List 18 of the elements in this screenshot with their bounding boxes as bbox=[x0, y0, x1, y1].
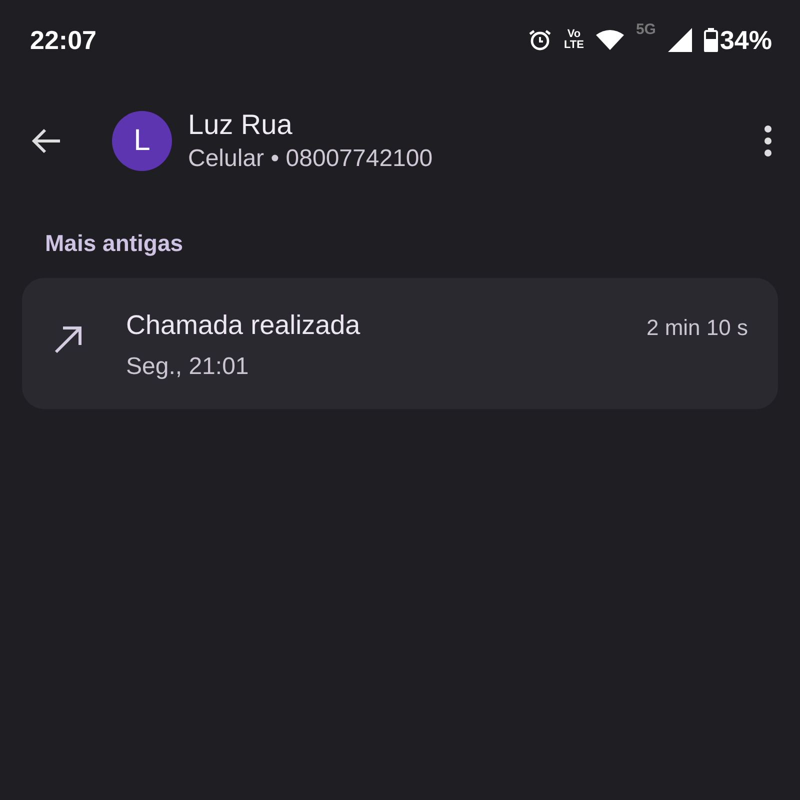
signal-icon bbox=[668, 28, 692, 52]
call-type: Chamada realizada bbox=[126, 310, 362, 341]
call-duration: 2 min 10 s bbox=[646, 315, 748, 341]
volte-icon: Vo LTE bbox=[564, 29, 584, 51]
contact-name: Luz Rua bbox=[188, 109, 294, 141]
battery-percentage: 34% bbox=[720, 24, 772, 56]
network-type: 5G bbox=[636, 20, 656, 38]
contact-details: Celular • 08007742100 bbox=[188, 145, 434, 173]
call-entry[interactable]: Chamada realizada Seg., 21:01 2 min 10 s bbox=[22, 278, 778, 409]
wifi-icon bbox=[596, 29, 624, 51]
clock: 22:07 bbox=[30, 24, 98, 56]
contact-avatar: L bbox=[112, 111, 172, 171]
back-arrow-icon bbox=[30, 127, 62, 155]
section-header: Mais antigas bbox=[45, 230, 184, 258]
call-time: Seg., 21:01 bbox=[126, 353, 250, 381]
alarm-icon bbox=[528, 28, 552, 52]
battery-icon bbox=[704, 28, 718, 52]
more-options-icon bbox=[764, 125, 772, 157]
